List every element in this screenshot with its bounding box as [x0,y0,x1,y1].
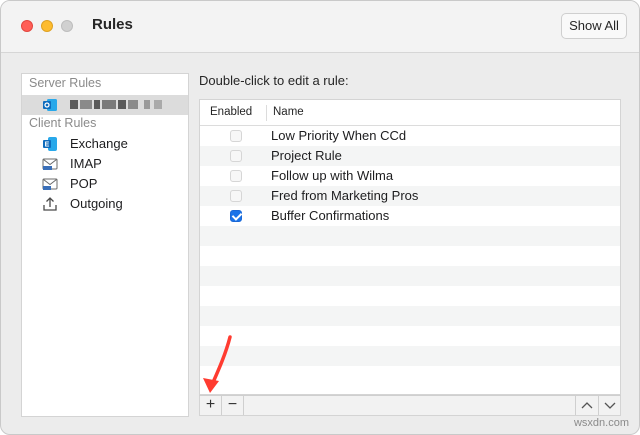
enabled-checkbox[interactable] [230,130,242,142]
svg-text:E: E [45,142,50,149]
instruction-text: Double-click to edit a rule: [199,73,349,88]
sidebar-item-exchange[interactable]: E Exchange [22,134,188,154]
sidebar-item-label: IMAP [70,156,102,171]
show-all-button[interactable]: Show All [561,13,627,39]
close-button[interactable] [21,20,33,32]
rule-name: Fred from Marketing Pros [271,188,419,203]
sidebar-item-server-account[interactable] [22,95,188,115]
rule-name: Follow up with Wilma [271,168,394,183]
table-row[interactable]: Buffer Confirmations [200,206,620,226]
enabled-checkbox[interactable] [230,150,242,162]
rules-window: Rules Show All Server Rules Client Rules… [0,0,640,435]
outgoing-icon [42,196,58,212]
move-down-button[interactable] [598,396,620,415]
server-rules-header: Server Rules [29,76,102,90]
client-rules-header: Client Rules [29,116,97,130]
rules-table: Enabled Name Low Priority When CCd Proje… [199,99,621,395]
rule-name: Buffer Confirmations [271,208,390,223]
watermark: wsxdn.com [573,417,629,429]
empty-row [200,366,620,386]
minimize-button[interactable] [41,20,53,32]
table-row[interactable]: Fred from Marketing Pros [200,186,620,206]
empty-row [200,326,620,346]
outlook-icon [42,97,58,113]
rule-name: Low Priority When CCd [271,128,407,143]
column-header-name[interactable]: Name [273,106,304,118]
sidebar-item-label: POP [70,176,98,191]
imap-icon [42,156,58,172]
sidebar: Server Rules Client Rules E Exchange IMA… [21,73,189,417]
title-bar: Rules Show All [1,1,639,53]
sidebar-item-outgoing[interactable]: Outgoing [22,194,188,214]
sidebar-item-imap[interactable]: IMAP [22,154,188,174]
empty-row [200,246,620,266]
sidebar-item-label: Outgoing [70,196,123,211]
empty-row [200,306,620,326]
enabled-checkbox[interactable] [230,170,242,182]
window-title: Rules [92,16,133,33]
sidebar-item-pop[interactable]: POP [22,174,188,194]
empty-row [200,226,620,246]
remove-rule-button[interactable]: − [222,396,244,415]
red-arrow-annotation [203,335,232,393]
table-header: Enabled Name [200,100,620,126]
rule-name: Project Rule [271,148,342,163]
empty-row [200,286,620,306]
column-header-enabled[interactable]: Enabled [210,106,252,118]
zoom-button[interactable] [61,20,73,32]
enabled-checkbox[interactable] [230,190,242,202]
table-row[interactable]: Low Priority When CCd [200,126,620,146]
table-row[interactable]: Project Rule [200,146,620,166]
empty-row [200,266,620,286]
column-divider[interactable] [266,105,267,121]
move-up-button[interactable] [575,396,597,415]
table-row[interactable]: Follow up with Wilma [200,166,620,186]
table-toolbar: + − [199,395,621,416]
empty-row [200,346,620,366]
sidebar-item-label: Exchange [70,136,128,151]
pop-icon [42,176,58,192]
add-rule-button[interactable]: + [200,396,222,415]
enabled-checkbox[interactable] [230,210,242,222]
exchange-icon: E [42,136,58,152]
